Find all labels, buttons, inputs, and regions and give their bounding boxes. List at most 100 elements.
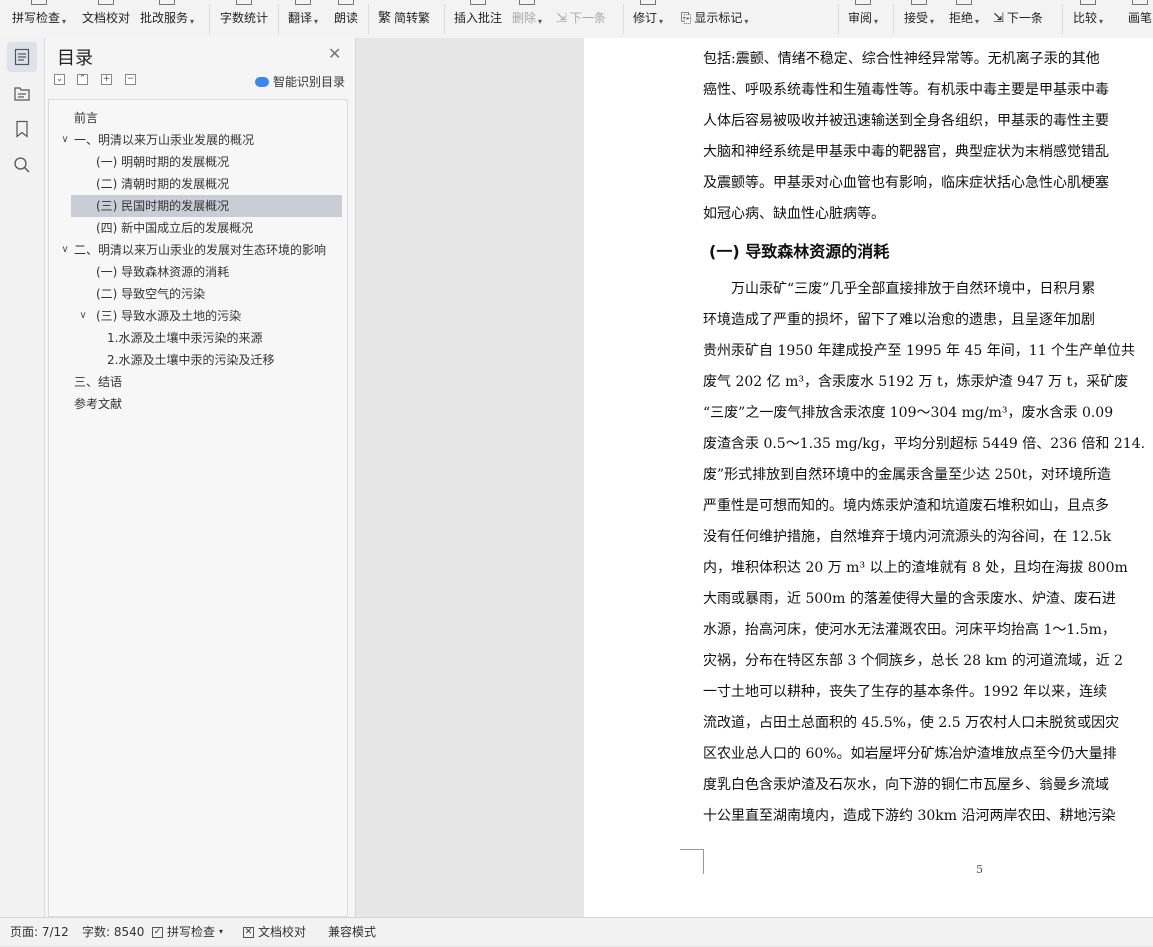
- toc-tree: 前言 ∨ 一、明清以来万山汞业发展的概况 (一) 明朝时期的发展概况 (二) 清…: [48, 99, 348, 917]
- document-area: 包括:震颤、情绪不稳定、综合性神经异常等。无机离子汞的其他 癌性、呼吸系统毒性和…: [356, 38, 1153, 917]
- divider: [893, 4, 894, 34]
- close-icon[interactable]: ✕: [328, 44, 341, 63]
- chevron-down-icon[interactable]: ∨: [59, 239, 71, 261]
- spell-check-label: 拼写检查: [12, 11, 61, 25]
- body-text-line: 贵州汞矿自 1950 年建成投产至 1995 年 45 年间，11 个生产单位共: [703, 343, 1136, 359]
- word-count-label: 字数统计: [220, 11, 269, 25]
- compare-label: 比较: [1073, 11, 1098, 25]
- pen-label: 画笔: [1128, 11, 1153, 25]
- body-text-line: 度乳白色含汞炉渣及石灰水，向下游的铜仁市瓦屋乡、翁曼乡流域: [703, 777, 1109, 793]
- pen-button[interactable]: 画笔: [1128, 0, 1152, 36]
- search-icon: [14, 157, 30, 173]
- next-comment-button[interactable]: ⇲ 下一条: [556, 0, 606, 36]
- correction-service-button[interactable]: 批改服务 ▾: [140, 0, 194, 36]
- simplified-traditional-button[interactable]: 繁简转繁: [378, 0, 430, 36]
- track-changes-button[interactable]: 修订 ▾: [633, 0, 663, 36]
- toc-entry[interactable]: 二、明清以来万山汞业的发展对生态环境的影响: [74, 239, 334, 261]
- body-text-line: 包括:震颤、情绪不稳定、综合性神经异常等。无机离子汞的其他: [703, 51, 1100, 67]
- spell-check-button[interactable]: 拼写检查 ▾: [12, 0, 66, 36]
- toc-entry[interactable]: 2.水源及土壤中汞的污染及迁移: [107, 349, 344, 371]
- toc-entry[interactable]: 一、明清以来万山汞业发展的概况: [74, 129, 344, 151]
- toc-entry[interactable]: (一) 导致森林资源的消耗: [96, 261, 344, 283]
- body-text-line: 大脑和神经系统是甲基汞中毒的靶器官，典型症状为末梢感觉错乱: [703, 144, 1109, 160]
- divider: [368, 4, 369, 34]
- simplified-traditional-label: 简转繁: [394, 11, 431, 25]
- compare-button[interactable]: 比较 ▾: [1073, 0, 1103, 36]
- toc-panel: 目录 ✕ ⌄ ⌃ + − 智能识别目录 前言 ∨ 一、明清以来万山汞业发展的概况…: [45, 38, 356, 917]
- next-change-button[interactable]: ⇲ 下一条: [993, 0, 1043, 36]
- delete-comment-button[interactable]: 删除 ▾: [512, 0, 542, 36]
- body-text-line: 十公里直至湖南境内，造成下游约 30km 沿河两岸农田、耕地污染: [703, 808, 1116, 824]
- status-bar: 页面: 7/12 字数: 8540 ✓ 拼写检查 ▾ ✕ 文档校对 兼容模式: [0, 917, 1153, 946]
- toc-nav-button[interactable]: [7, 42, 37, 72]
- add-heading-icon[interactable]: +: [101, 74, 112, 85]
- review-pane-button[interactable]: 审阅 ▾: [848, 0, 878, 36]
- proof-icon: ✕: [243, 926, 254, 938]
- body-text-line: 废渣含汞 0.5～1.35 mg/kg，平均分别超标 5449 倍、236 倍和…: [703, 436, 1146, 452]
- toc-entry[interactable]: 前言: [74, 107, 344, 129]
- body-text-line: 没有任何维护措施，自然堆弃于境内河流源头的沟谷间，在 12.5k: [703, 529, 1112, 545]
- insert-comment-label: 插入批注: [454, 11, 503, 25]
- document-page[interactable]: 包括:震颤、情绪不稳定、综合性神经异常等。无机离子汞的其他 癌性、呼吸系统毒性和…: [584, 38, 1153, 917]
- toc-entry[interactable]: (四) 新中国成立后的发展概况: [96, 217, 344, 239]
- chevron-down-icon: ▾: [975, 17, 980, 26]
- next-change-icon: ⇲: [993, 11, 1004, 26]
- word-count-indicator[interactable]: 字数: 8540: [82, 918, 144, 946]
- chevron-down-icon: ▾: [219, 927, 224, 936]
- divider: [1062, 4, 1063, 34]
- chevron-down-icon: ▾: [659, 17, 664, 26]
- toc-entry[interactable]: 三、结语: [74, 371, 344, 393]
- body-text-line: 流改道，占田土总面积的 45.5%，使 2.5 万农村人口未脱贫或因灾: [703, 715, 1120, 731]
- next-comment-label: 下一条: [569, 11, 606, 25]
- toc-entry[interactable]: (二) 导致空气的污染: [96, 283, 344, 305]
- insert-comment-button[interactable]: 插入批注: [454, 0, 502, 36]
- divider: [444, 4, 445, 34]
- toc-entry[interactable]: (二) 清朝时期的发展概况: [96, 173, 344, 195]
- doc-proof-button[interactable]: 文档校对: [82, 0, 130, 36]
- body-text-line: 环境造成了严重的损坏，留下了难以治愈的遗患，且呈逐年加剧: [703, 312, 1095, 328]
- checkbox-icon: ✓: [152, 926, 163, 938]
- body-text-line: 如冠心病、缺血性心脏病等。: [703, 206, 885, 222]
- compat-mode-label: 兼容模式: [328, 925, 377, 939]
- track-changes-label: 修订: [633, 11, 658, 25]
- smart-toc-button[interactable]: 智能识别目录: [255, 73, 345, 90]
- toc-entry[interactable]: (三) 导致水源及土地的污染: [96, 305, 344, 327]
- toc-entry[interactable]: (一) 明朝时期的发展概况: [96, 151, 344, 173]
- status-doc-proof-button[interactable]: ✕ 文档校对: [243, 918, 306, 946]
- bookmark-nav-button[interactable]: [7, 114, 37, 144]
- convert-icon: 繁: [378, 11, 392, 26]
- chevron-down-icon: ▾: [314, 17, 319, 26]
- navigation-rail: [0, 38, 45, 917]
- divider: [623, 4, 624, 34]
- toc-entry[interactable]: 参考文献: [74, 393, 344, 415]
- chevron-down-icon[interactable]: ∨: [59, 129, 71, 151]
- next-comment-icon: ⇲: [556, 11, 567, 26]
- translate-button[interactable]: 翻译 ▾: [288, 0, 318, 36]
- body-text-line: 癌性、呼吸系统毒性和生殖毒性等。有机汞中毒主要是甲基汞中毒: [703, 82, 1109, 98]
- status-doc-proof-label: 文档校对: [258, 925, 307, 939]
- toc-entry[interactable]: 1.水源及土壤中汞污染的来源: [107, 327, 344, 349]
- expand-up-icon[interactable]: ⌃: [77, 74, 88, 85]
- search-nav-button[interactable]: [7, 150, 37, 180]
- show-markup-button[interactable]: ⎘ 显示标记 ▾: [681, 0, 748, 36]
- collapse-all-icon[interactable]: ⌄: [54, 74, 65, 85]
- chevron-down-icon: ▾: [62, 17, 67, 26]
- sections-nav-button[interactable]: [7, 78, 37, 108]
- reject-button[interactable]: 拒绝 ▾: [949, 0, 979, 36]
- body-text-line: 及震颤等。甲基汞对心血管也有影响，临床症状括心急性心肌梗塞: [703, 175, 1109, 191]
- correction-service-label: 批改服务: [140, 11, 189, 25]
- word-count-button[interactable]: 字数统计: [220, 0, 268, 36]
- toc-entry-selected[interactable]: (三) 民国时期的发展概况: [71, 195, 342, 217]
- remove-heading-icon[interactable]: −: [125, 74, 136, 85]
- read-aloud-button[interactable]: 朗读: [334, 0, 358, 36]
- chevron-down-icon: ▾: [190, 17, 195, 26]
- body-text-line: 一寸土地可以耕种，丧失了生存的基本条件。1992 年以来，连续: [703, 684, 1108, 700]
- show-markup-label: 显示标记: [694, 11, 743, 25]
- status-spell-check-button[interactable]: ✓ 拼写检查 ▾: [152, 918, 223, 946]
- accept-button[interactable]: 接受 ▾: [904, 0, 934, 36]
- chevron-down-icon[interactable]: ∨: [77, 305, 89, 327]
- page-indicator[interactable]: 页面: 7/12: [10, 918, 69, 946]
- read-aloud-label: 朗读: [334, 11, 359, 25]
- next-change-label: 下一条: [1006, 11, 1043, 25]
- body-text-line: 大雨或暴雨，近 500m 的落差使得大量的含汞废水、炉渣、废石进: [703, 591, 1116, 607]
